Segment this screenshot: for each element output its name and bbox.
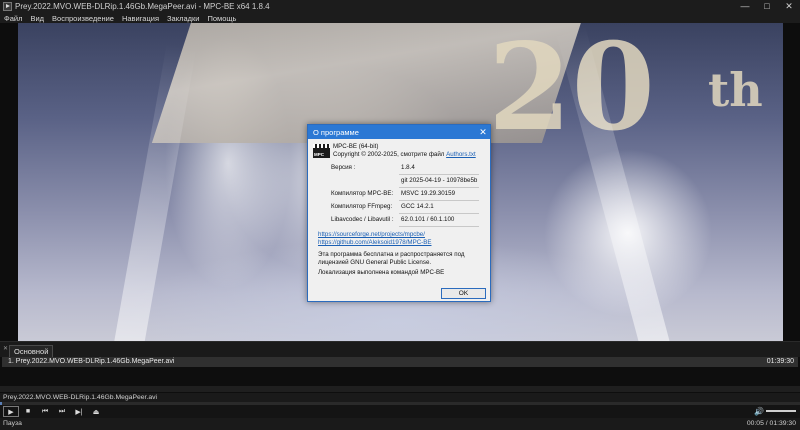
playback-state: Пауза [3, 420, 22, 427]
copyright-line: Copyright © 2002-2025, смотрите файл Aut… [333, 151, 485, 159]
menu-bookmarks[interactable]: Закладки [163, 14, 203, 23]
info-value: 62.0.101 / 60.1.100 [401, 216, 455, 223]
project-links: https://sourceforge.net/projects/mpcbe/ … [318, 231, 485, 247]
close-window-button[interactable]: ✕ [778, 0, 800, 13]
previous-button[interactable]: ⏮ [37, 406, 53, 417]
copyright-text: Copyright © 2002-2025, смотрите файл [333, 151, 447, 158]
playlist-item-name: 1. Prey.2022.MVO.WEB-DLRip.1.46Gb.MegaPe… [8, 358, 175, 365]
next-button[interactable]: ⏭ [54, 406, 70, 417]
menu-playback[interactable]: Воспроизведение [48, 14, 118, 23]
playlist-item-duration: 01:39:30 [766, 358, 794, 365]
info-value-underline [399, 226, 479, 227]
playback-controls: ▶ ■ ⏮ ⏭ ▶| ⏏ [0, 405, 800, 418]
about-dialog: О программе ✕ MPC-BE (64-bit) Copyright … [307, 124, 491, 302]
sourceforge-link[interactable]: https://sourceforge.net/projects/mpcbe/ [318, 231, 485, 239]
ok-button[interactable]: OK [441, 288, 486, 299]
license-line-2: лицензией GNU General Public License. [318, 258, 432, 266]
menu-bar: Файл Вид Воспроизведение Навигация Закла… [0, 13, 800, 23]
status-bar: Пауза 00:05 / 01:39:30 [0, 418, 800, 430]
menu-navigation[interactable]: Навигация [118, 14, 163, 23]
stop-button[interactable]: ■ [20, 406, 36, 417]
about-dialog-close-button[interactable]: ✕ [476, 127, 490, 138]
about-dialog-body: MPC-BE (64-bit) Copyright © 2002-2025, с… [308, 139, 490, 277]
info-value: MSVC 19.29.30159 [401, 190, 456, 197]
mpc-be-app-icon [3, 2, 12, 11]
playlist-item[interactable]: 1. Prey.2022.MVO.WEB-DLRip.1.46Gb.MegaPe… [2, 357, 798, 367]
info-key: Версия : [331, 164, 356, 171]
playlist-close-icon[interactable]: ✕ [3, 345, 8, 352]
window-controls: — □ ✕ [734, 0, 800, 13]
product-name: MPC-BE (64-bit) [333, 143, 379, 150]
video-margin-left [0, 23, 18, 341]
info-key: Libavcodec / Libavutil : [331, 216, 394, 223]
about-dialog-titlebar: О программе ✕ [308, 125, 490, 139]
license-text: Эта программа бесплатна и распространяет… [318, 251, 485, 266]
minimize-button[interactable]: — [734, 0, 756, 13]
video-margin-right [783, 23, 800, 341]
info-row-compiler-mpcbe: Компилятор MPC-BE: MSVC 19.29.30159 [313, 188, 485, 201]
authors-link[interactable]: Authors.txt [446, 151, 476, 158]
info-row-git: git 2025-04-19 - 10978be5b [313, 175, 485, 188]
github-link[interactable]: https://github.com/Aleksoid1978/MPC-BE [318, 239, 485, 247]
play-button[interactable]: ▶ [3, 406, 19, 417]
frame-step-button[interactable]: ▶| [71, 406, 87, 417]
volume-icon[interactable]: 🔊 [754, 407, 764, 416]
localization-text: Локализация выполнена командой MPC-BE [318, 269, 445, 276]
volume-level [766, 410, 796, 412]
about-header: MPC-BE (64-bit) Copyright © 2002-2025, с… [333, 143, 485, 159]
title-bar: Prey.2022.MVO.WEB-DLRip.1.46Gb.MegaPeer.… [0, 0, 800, 13]
current-file-name: Prey.2022.MVO.WEB-DLRip.1.46Gb.MegaPeer.… [0, 393, 800, 402]
volume-slider[interactable] [766, 408, 796, 414]
info-value: 1.8.4 [401, 164, 415, 171]
info-value: GCC 14.2.1 [401, 203, 434, 210]
info-key: Компилятор FFmpeg: [331, 203, 393, 210]
license-line-1: Эта программа бесплатна и распространяет… [318, 251, 465, 258]
menu-view[interactable]: Вид [26, 14, 48, 23]
about-dialog-title: О программе [313, 127, 359, 137]
video-light-beam [109, 42, 197, 341]
eject-button[interactable]: ⏏ [88, 406, 104, 417]
window-title: Prey.2022.MVO.WEB-DLRip.1.46Gb.MegaPeer.… [15, 2, 270, 11]
info-row-version: Версия : 1.8.4 [313, 162, 485, 175]
info-row-libav: Libavcodec / Libavutil : 62.0.101 / 60.1… [313, 214, 485, 227]
info-value: git 2025-04-19 - 10978be5b [401, 177, 478, 184]
video-logo-suffix: th [708, 63, 763, 117]
menu-help[interactable]: Помощь [203, 14, 240, 23]
info-row-compiler-ffmpeg: Компилятор FFmpeg: GCC 14.2.1 [313, 201, 485, 214]
playback-time: 00:05 / 01:39:30 [746, 420, 796, 427]
maximize-button[interactable]: □ [756, 0, 778, 13]
playlist-tabbar: ✕ Основной [0, 341, 800, 358]
info-key: Компилятор MPC-BE: [331, 190, 394, 197]
mpc-be-logo-icon [313, 144, 330, 158]
menu-file[interactable]: Файл [0, 14, 26, 23]
license-notes: Эта программа бесплатна и распространяет… [318, 251, 485, 277]
playlist-scrollbar[interactable] [0, 386, 800, 392]
